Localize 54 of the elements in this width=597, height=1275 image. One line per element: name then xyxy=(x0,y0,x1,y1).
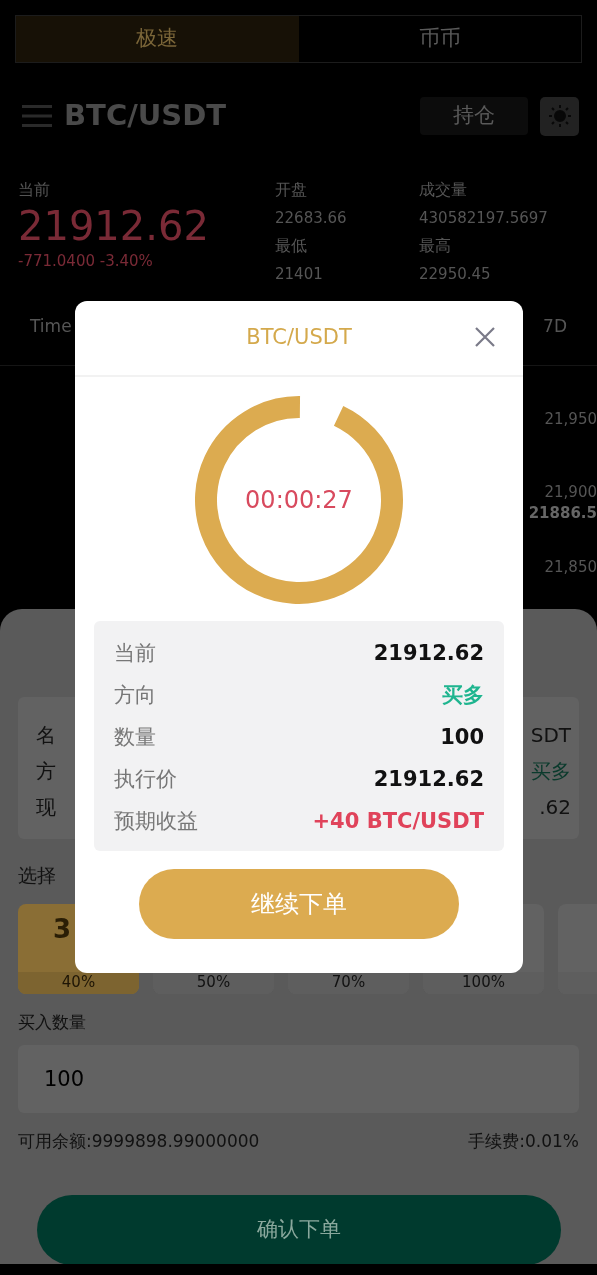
continue-order-button[interactable]: 继续下单 xyxy=(139,869,459,939)
theme-toggle-button[interactable] xyxy=(540,96,579,136)
summary-value: 21912.62 xyxy=(373,641,484,667)
positions-button[interactable]: 持仓 xyxy=(420,97,528,135)
info-label: 名 xyxy=(36,722,56,749)
payout-rate: 100% xyxy=(462,972,505,991)
summary-label: 方向 xyxy=(114,683,156,709)
sun-icon xyxy=(547,104,572,128)
balance-text: 可用余额:9999898.99000000 xyxy=(18,1130,260,1153)
price-axis-label: 21,900 xyxy=(544,482,597,503)
stat-value: 22683.66 xyxy=(275,207,348,229)
payout-rate: 50% xyxy=(196,972,231,991)
stat-label: 成交量 xyxy=(419,179,468,201)
amount-field[interactable]: 100 xyxy=(18,1045,579,1113)
interval-tab[interactable]: Time xyxy=(30,313,72,340)
duration-time: 3 xyxy=(53,913,72,944)
summary-value: 100 xyxy=(440,725,484,751)
summary-label: 执行价 xyxy=(114,767,177,793)
info-value: SDT xyxy=(530,722,571,749)
summary-label: 数量 xyxy=(114,725,156,751)
interval-tab[interactable]: 7D xyxy=(543,313,567,340)
fee-text: 手续费:0.01% xyxy=(468,1130,579,1153)
summary-label: 预期收益 xyxy=(114,809,198,835)
confirm-order-button[interactable]: 确认下单 xyxy=(36,1194,561,1264)
stat-value: 22950.45 xyxy=(419,263,492,285)
info-label: 方 xyxy=(36,758,56,785)
countdown-timer: 00:00:27 xyxy=(245,485,353,516)
price-change: -771.0400 -3.40% xyxy=(18,251,154,272)
info-label: 现 xyxy=(36,794,56,821)
current-label: 当前 xyxy=(18,179,51,201)
menu-icon[interactable] xyxy=(22,104,52,128)
amount-label: 买入数量 xyxy=(18,1010,87,1034)
stat-label: 最高 xyxy=(419,235,452,257)
summary-value: 21912.62 xyxy=(373,767,484,793)
close-button[interactable] xyxy=(475,327,495,347)
stat-label: 最低 xyxy=(275,235,308,257)
info-value: .62 xyxy=(538,794,571,821)
current-price-label: 21886.5 xyxy=(528,503,597,524)
info-value: 买多 xyxy=(530,758,571,785)
payout-rate: 70% xyxy=(331,972,366,991)
duration-label: 选择 xyxy=(18,863,57,888)
stat-value: 21401 xyxy=(275,263,324,285)
stat-label: 开盘 xyxy=(275,179,308,201)
stat-value: 430582197.5697 xyxy=(419,207,549,229)
dialog-title: BTC/USDT xyxy=(246,324,352,352)
price-axis-label: 21,950 xyxy=(544,409,597,430)
payout-rate: 40% xyxy=(61,972,96,991)
pair-title: BTC/USDT xyxy=(64,97,227,135)
summary-value: +40 BTC/USDT xyxy=(312,809,484,835)
mode-tab[interactable]: 极速 xyxy=(16,16,299,62)
price-axis-label: 21,850 xyxy=(544,557,597,578)
current-price: 21912.62 xyxy=(18,202,210,250)
summary-value: 买多 xyxy=(442,683,484,709)
summary-label: 当前 xyxy=(114,641,156,667)
